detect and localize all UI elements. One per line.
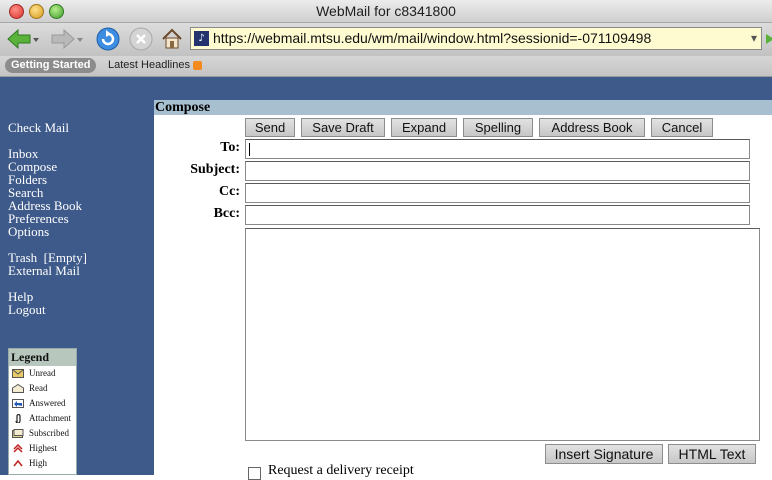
bcc-field[interactable] — [245, 205, 750, 225]
sidebar-item-external-mail[interactable]: External Mail — [8, 264, 80, 277]
cc-field[interactable] — [245, 183, 750, 203]
address-book-button[interactable]: Address Book — [539, 118, 645, 137]
cc-label: Cc: — [219, 184, 240, 199]
send-button[interactable]: Send — [245, 118, 295, 137]
envelope-open-icon — [12, 384, 24, 393]
spelling-button[interactable]: Spelling — [463, 118, 533, 137]
insert-signature-button[interactable]: Insert Signature — [545, 444, 663, 464]
legend-box: Legend Unread Read Answered Attachment S… — [8, 348, 77, 475]
delivery-receipt-checkbox[interactable] — [248, 467, 261, 480]
go-button[interactable] — [765, 26, 772, 52]
legend-item: Read — [9, 381, 76, 396]
legend-item: Answered — [9, 396, 76, 411]
legend-title: Legend — [9, 349, 76, 366]
legend-item: Subscribed — [9, 426, 76, 441]
cancel-button[interactable]: Cancel — [651, 118, 713, 137]
legend-item: Highest — [9, 441, 76, 456]
compose-heading: Compose — [154, 100, 772, 115]
go-arrow-icon — [766, 34, 772, 44]
sidebar-item-check-mail[interactable]: Check Mail — [8, 121, 69, 134]
legend-label: Answered — [29, 398, 66, 408]
message-body-textarea[interactable] — [245, 228, 760, 441]
expand-button[interactable]: Expand — [391, 118, 457, 137]
rss-icon — [192, 60, 202, 70]
legend-label: High — [29, 458, 47, 468]
legend-label: Subscribed — [29, 428, 69, 438]
envelope-closed-icon — [12, 369, 24, 378]
delivery-receipt-label: Request a delivery receipt — [268, 463, 414, 478]
window-titlebar: WebMail for c8341800 — [0, 0, 772, 23]
home-icon — [162, 28, 182, 49]
legend-label: Read — [29, 383, 48, 393]
save-draft-button[interactable]: Save Draft — [301, 118, 385, 137]
paperclip-icon — [15, 414, 21, 423]
reload-icon — [96, 27, 120, 51]
url-dropdown-icon[interactable]: ▾ — [751, 31, 757, 45]
browser-toolbar: ♪ https://webmail.mtsu.edu/wm/mail/windo… — [0, 23, 772, 56]
stop-button[interactable] — [128, 26, 154, 52]
legend-item: Unread — [9, 366, 76, 381]
html-text-button[interactable]: HTML Text — [668, 444, 756, 464]
sidebar-item-logout[interactable]: Logout — [8, 303, 46, 316]
bookmark-label: Latest Headlines — [108, 59, 190, 71]
bcc-label: Bcc: — [213, 206, 240, 221]
stop-icon — [129, 27, 153, 51]
site-favicon-icon: ♪ — [194, 31, 209, 46]
back-button[interactable] — [4, 26, 40, 52]
bookmark-getting-started[interactable]: Getting Started — [5, 58, 97, 73]
subject-field[interactable] — [245, 161, 750, 181]
bookmark-latest-headlines[interactable]: Latest Headlines — [108, 58, 202, 73]
reply-icon — [12, 399, 24, 408]
priority-high-icon — [13, 459, 23, 467]
forward-arrow-icon — [51, 28, 83, 50]
back-arrow-icon — [7, 28, 39, 50]
text-caret — [249, 143, 250, 156]
address-bar[interactable]: ♪ https://webmail.mtsu.edu/wm/mail/windo… — [190, 27, 762, 50]
legend-item: High — [9, 456, 76, 471]
legend-label: Highest — [29, 443, 57, 453]
legend-label: Attachment — [29, 413, 71, 423]
bookmarks-bar: Getting Started Latest Headlines — [0, 56, 772, 77]
subject-label: Subject: — [190, 162, 240, 177]
legend-item: Attachment — [9, 411, 76, 426]
forward-button[interactable] — [48, 26, 84, 52]
to-field[interactable] — [245, 139, 750, 159]
window-title: WebMail for c8341800 — [316, 3, 456, 19]
priority-highest-icon — [13, 444, 23, 453]
subscribed-icon — [12, 429, 24, 438]
url-text: https://webmail.mtsu.edu/wm/mail/window.… — [213, 30, 652, 46]
reload-button[interactable] — [95, 26, 121, 52]
to-label: To: — [220, 140, 240, 155]
page-top-band — [0, 77, 772, 100]
sidebar-item-options[interactable]: Options — [8, 225, 49, 238]
legend-label: Unread — [29, 368, 56, 378]
home-button[interactable] — [159, 26, 185, 52]
